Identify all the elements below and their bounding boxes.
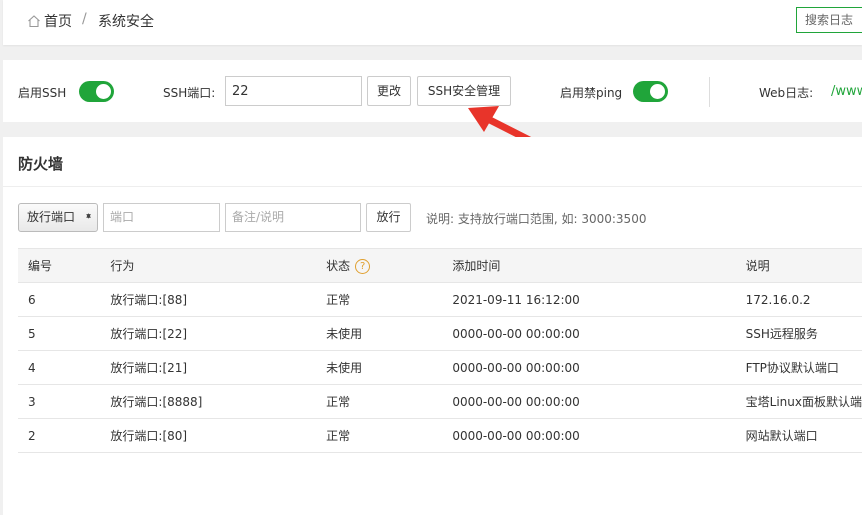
firewall-table: 编号 行为 状态? 添加时间 说明 6 放行端口:[88] 正常 2021-09… xyxy=(18,248,862,453)
cell-status: 正常 xyxy=(326,282,453,317)
table-row: 2 放行端口:[80] 正常 0000-00-00 00:00:00 网站默认端… xyxy=(18,418,862,453)
port-range-note: 说明: 支持放行端口范围, 如: 3000:3500 xyxy=(426,212,647,226)
breadcrumb-separator: / xyxy=(82,11,87,27)
cell-status: 正常 xyxy=(326,418,453,453)
ping-disable-label: 启用禁ping xyxy=(560,86,623,100)
cell-status: 正常 xyxy=(326,384,453,419)
cell-time: 0000-00-00 00:00:00 xyxy=(452,418,746,453)
port-input[interactable] xyxy=(103,203,220,232)
cell-action: 放行端口:[22] xyxy=(110,316,327,351)
cell-remark: 宝塔Linux面板默认端 xyxy=(745,384,862,419)
ssh-config-panel: 启用SSH SSH端口: 更改 SSH安全管理 启用禁ping Web日志: /… xyxy=(3,60,862,122)
cell-action: 放行端口:[88] xyxy=(110,282,327,317)
remark-input[interactable] xyxy=(225,203,361,232)
cell-status: 未使用 xyxy=(326,316,453,351)
firewall-title: 防火墙 xyxy=(18,155,64,173)
cell-action: 放行端口:[80] xyxy=(110,418,327,453)
cell-remark: 网站默认端口 xyxy=(745,418,862,453)
cell-id: 5 xyxy=(18,316,111,351)
home-icon xyxy=(28,15,40,28)
cell-id: 2 xyxy=(18,418,111,453)
web-log-path-link[interactable]: /www xyxy=(831,84,862,99)
breadcrumb-home[interactable]: 首页 xyxy=(27,11,72,31)
cell-status: 未使用 xyxy=(326,350,453,385)
col-status: 状态? xyxy=(326,248,453,283)
table-row: 6 放行端口:[88] 正常 2021-09-11 16:12:00 172.1… xyxy=(18,282,862,317)
web-log-label: Web日志: xyxy=(759,86,814,100)
cell-remark: 172.16.0.2 xyxy=(745,282,862,317)
divider xyxy=(3,186,862,187)
cell-id: 3 xyxy=(18,384,111,419)
divider xyxy=(709,77,710,107)
cell-id: 6 xyxy=(18,282,111,317)
cell-time: 0000-00-00 00:00:00 xyxy=(452,316,746,351)
allow-button[interactable]: 放行 xyxy=(366,203,411,232)
cell-remark: FTP协议默认端口 xyxy=(745,350,862,385)
search-log-button[interactable]: 搜索日志 xyxy=(796,7,862,33)
cell-time: 0000-00-00 00:00:00 xyxy=(452,350,746,385)
ssh-enable-toggle[interactable] xyxy=(79,81,114,102)
ssh-security-manage-button[interactable]: SSH安全管理 xyxy=(417,76,511,106)
select-arrows-icon: ▲▼ xyxy=(85,212,92,214)
table-header-row: 编号 行为 状态? 添加时间 说明 xyxy=(18,248,862,283)
breadcrumb-current: 系统安全 xyxy=(98,14,154,30)
cell-time: 0000-00-00 00:00:00 xyxy=(452,384,746,419)
breadcrumb-home-label: 首页 xyxy=(44,14,72,30)
cell-action: 放行端口:[21] xyxy=(110,350,327,385)
col-action: 行为 xyxy=(110,248,327,283)
col-id: 编号 xyxy=(18,248,111,283)
ping-disable-toggle[interactable] xyxy=(633,81,668,102)
cell-action: 放行端口:[8888] xyxy=(110,384,327,419)
table-row: 3 放行端口:[8888] 正常 0000-00-00 00:00:00 宝塔L… xyxy=(18,384,862,419)
ssh-port-input[interactable] xyxy=(225,76,362,106)
top-bar: 首页 / 系统安全 搜索日志 xyxy=(3,0,862,45)
cell-remark: SSH远程服务 xyxy=(745,316,862,351)
cell-time: 2021-09-11 16:12:00 xyxy=(452,282,746,317)
table-row: 4 放行端口:[21] 未使用 0000-00-00 00:00:00 FTP协… xyxy=(18,350,862,385)
ssh-port-label: SSH端口: xyxy=(163,86,216,100)
col-remark: 说明 xyxy=(745,248,862,283)
cell-id: 4 xyxy=(18,350,111,385)
rule-type-select[interactable]: 放行端口 ▲▼ xyxy=(18,203,98,232)
change-port-button[interactable]: 更改 xyxy=(367,76,411,106)
table-row: 5 放行端口:[22] 未使用 0000-00-00 00:00:00 SSH远… xyxy=(18,316,862,351)
col-time: 添加时间 xyxy=(452,248,746,283)
col-status-label: 状态 xyxy=(326,259,351,273)
help-icon[interactable]: ? xyxy=(355,259,371,274)
firewall-panel: 防火墙 放行端口 ▲▼ 放行 说明: 支持放行端口范围, 如: 3000:350… xyxy=(3,137,862,515)
ssh-enable-label: 启用SSH xyxy=(18,86,67,100)
rule-type-value: 放行端口 xyxy=(27,210,76,224)
